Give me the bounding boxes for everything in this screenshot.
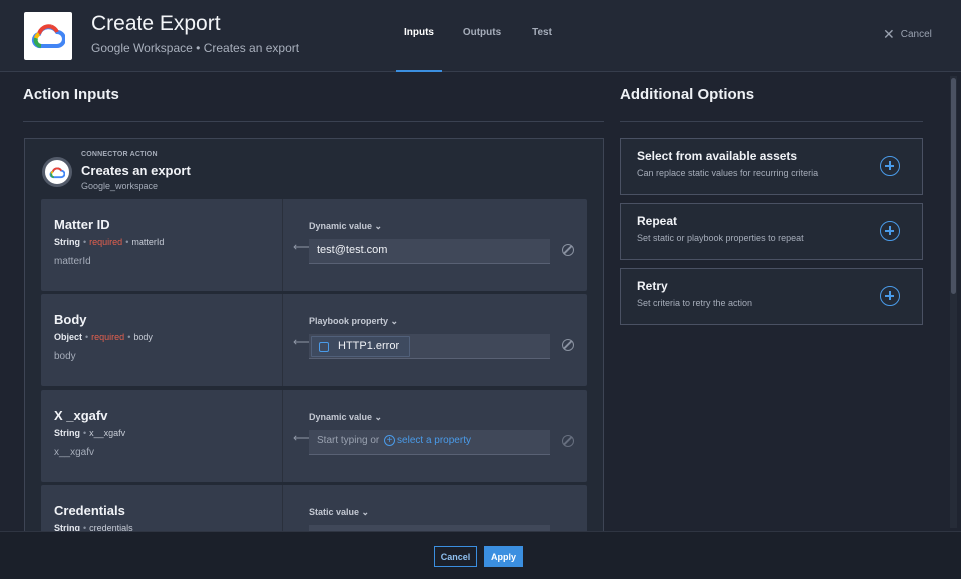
field-type: Object [54, 332, 83, 342]
matter-id-input[interactable]: test@test.com [309, 239, 550, 264]
scrollbar-thumb[interactable] [951, 78, 956, 294]
required-badge: required [91, 332, 125, 342]
close-icon: ✕ [883, 26, 895, 42]
field-name: Credentials [54, 503, 125, 518]
input-row-body: Body Object • required • body body Playbook … [41, 294, 587, 386]
google-cloud-icon [31, 24, 65, 49]
option-title: Retry [637, 279, 668, 293]
field-type: String [54, 237, 80, 247]
field-type: String [54, 428, 80, 438]
input-placeholder: Start typing or + select a property [317, 435, 471, 446]
connector-kicker: CONNECTOR ACTION [81, 151, 158, 158]
add-circle-icon[interactable] [880, 221, 900, 241]
header-cancel-label: Cancel [900, 28, 932, 40]
value-mode-dropdown[interactable]: Dynamic value ⌄ [309, 412, 382, 423]
body-input[interactable]: HTTP1.error [309, 334, 550, 359]
field-meta: String • required • matterId [54, 237, 165, 247]
input-row-xgafv: X _xgafv String • x__xgafv x__xgafv Dynami… [41, 390, 587, 482]
field-name: Matter ID [54, 217, 110, 232]
tab-bar: Inputs Outputs Test [396, 0, 562, 72]
plus-circle-icon: + [384, 435, 396, 446]
tab-inputs[interactable]: Inputs [396, 0, 442, 72]
value-mode-dropdown[interactable]: Dynamic value ⌄ [309, 221, 382, 232]
additional-options-divider [620, 121, 923, 122]
page-subtitle: Google Workspace • Creates an export [91, 41, 300, 55]
property-icon [319, 342, 329, 352]
page-title: Create Export [91, 12, 221, 35]
required-badge: required [89, 237, 123, 247]
field-name: X _xgafv [54, 408, 108, 423]
select-property-link[interactable]: select a property [397, 435, 471, 446]
clear-value-icon[interactable] [562, 244, 574, 256]
cancel-button[interactable]: Cancel [434, 546, 477, 567]
option-title: Repeat [637, 214, 678, 228]
field-key: matterId [54, 256, 91, 267]
clear-value-icon[interactable] [562, 435, 574, 447]
field-key-inline: x__xgafv [89, 428, 126, 438]
arrow-left-icon: ⟵ [293, 431, 311, 445]
field-key-inline: body [133, 332, 153, 342]
add-circle-icon[interactable] [880, 156, 900, 176]
value-mode-dropdown[interactable]: Playbook property ⌄ [309, 316, 398, 327]
chip-label: HTTP1.error [338, 340, 400, 352]
option-title: Select from available assets [637, 149, 798, 163]
option-retry[interactable]: Retry Set criteria to retry the action [620, 268, 923, 325]
property-chip[interactable]: HTTP1.error [311, 336, 410, 357]
add-circle-icon[interactable] [880, 286, 900, 306]
field-meta: String • x__xgafv [54, 428, 126, 438]
additional-options-heading: Additional Options [620, 86, 755, 103]
value-mode-dropdown[interactable]: Static value ⌄ [309, 507, 369, 518]
connector-action-panel: CONNECTOR ACTION Creates an export Googl… [24, 138, 604, 538]
footer: Cancel Apply [0, 531, 961, 579]
xgafv-input[interactable]: Start typing or + select a property [309, 430, 550, 455]
option-description: Can replace static values for recurring … [637, 168, 819, 178]
option-description: Set static or playbook properties to rep… [637, 233, 804, 243]
header: Create Export Google Workspace • Creates… [0, 0, 961, 72]
option-description: Set criteria to retry the action [637, 298, 753, 308]
field-key-inline: matterId [131, 237, 165, 247]
option-repeat[interactable]: Repeat Set static or playbook properties… [620, 203, 923, 260]
input-row-matter-id: Matter ID String • required • matterId matte… [41, 199, 587, 291]
tab-outputs[interactable]: Outputs [442, 0, 522, 72]
connector-subtitle: Google_workspace [81, 181, 159, 191]
field-key: body [54, 351, 76, 362]
apply-button[interactable]: Apply [484, 546, 523, 567]
clear-value-icon[interactable] [562, 339, 574, 351]
action-inputs-heading: Action Inputs [23, 86, 119, 103]
option-select-assets[interactable]: Select from available assets Can replace… [620, 138, 923, 195]
tab-test[interactable]: Test [522, 0, 562, 72]
input-value: test@test.com [317, 244, 388, 256]
connector-title: Creates an export [81, 163, 191, 178]
field-meta: Object • required • body [54, 332, 153, 342]
arrow-left-icon: ⟵ [293, 335, 311, 349]
field-name: Body [54, 312, 87, 327]
arrow-left-icon: ⟵ [293, 240, 311, 254]
google-cloud-logo [24, 12, 72, 60]
google-cloud-icon [42, 157, 72, 187]
header-cancel-button[interactable]: ✕ Cancel [883, 27, 932, 41]
field-key: x__xgafv [54, 447, 95, 458]
action-inputs-divider [23, 121, 604, 122]
